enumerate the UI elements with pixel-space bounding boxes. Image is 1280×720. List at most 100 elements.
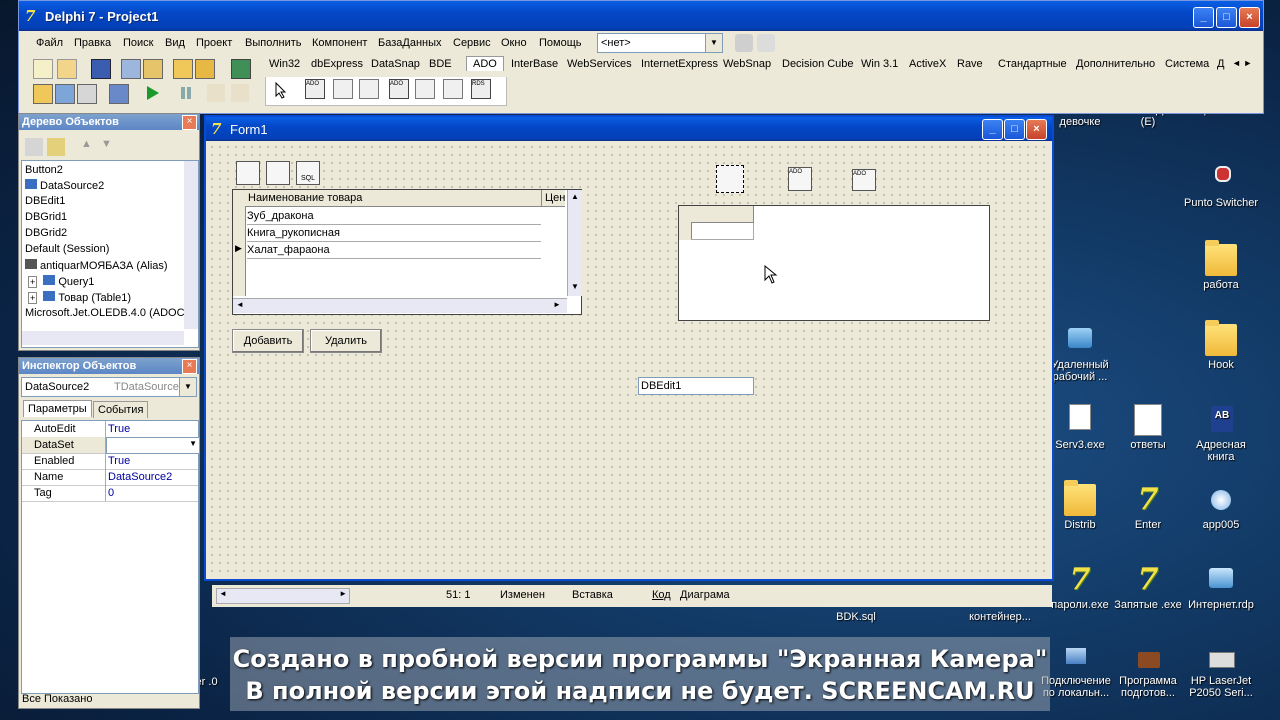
arrow-left-icon[interactable]: ◄ [236,300,244,309]
step-over-icon[interactable] [231,84,249,102]
property-row[interactable]: Enabled True [22,453,198,470]
column-divider[interactable] [541,190,542,206]
chevron-down-icon[interactable]: ▼ [189,439,197,448]
close-button[interactable]: × [1239,7,1260,28]
tree-item[interactable]: + Query1 [28,275,94,288]
menu-edit[interactable]: Правка [74,37,111,49]
palette-tab-additional[interactable]: Дополнительно [1076,58,1155,70]
desktop-icon-bdk[interactable]: BDK.sql [818,611,894,623]
table-component-icon[interactable] [236,161,260,185]
tree-item[interactable]: DBGrid1 [25,211,67,223]
new-icon[interactable] [33,59,53,79]
table-row[interactable]: Халат_фараона [247,242,541,259]
tree-item[interactable]: Button2 [25,164,63,176]
rdsconnection-icon[interactable]: RDS [471,79,491,99]
palette-tab-datasnap[interactable]: DataSnap [371,58,420,70]
adostoredproc-icon[interactable] [443,79,463,99]
palette-tab-interbase[interactable]: InterBase [511,58,558,70]
new-form-icon[interactable] [109,84,129,104]
adotable-icon[interactable]: ADO [389,79,409,99]
save-desktop-icon[interactable] [735,34,753,52]
add-button[interactable]: Добавить [232,329,304,353]
tab-diagram[interactable]: Диаграма [680,589,730,601]
tree-item[interactable]: DataSource2 [25,179,104,192]
table-row[interactable]: Книга_рукописная [247,225,541,242]
menu-database[interactable]: БазаДанных [378,37,442,49]
property-value[interactable]: DataSource2 [108,471,172,483]
palette-scroll-arrows[interactable]: ◄ ► [1232,58,1252,68]
desktop-icon-answers[interactable]: ответы [1110,404,1186,451]
tree-item[interactable]: DBGrid2 [25,227,67,239]
debug-desktop-icon[interactable] [757,34,775,52]
palette-tab-win31[interactable]: Win 3.1 [861,58,898,70]
property-row[interactable]: Tag 0 [22,485,198,502]
grid-vertical-scrollbar[interactable]: ▲ ▼ [567,190,582,296]
arrow-up-icon[interactable]: ▲ [81,138,92,150]
trace-into-icon[interactable] [207,84,225,102]
save-all-icon[interactable] [121,59,141,79]
arrow-up-icon[interactable]: ▲ [571,192,579,201]
desktop-icon-hook[interactable]: Hook [1183,320,1259,371]
toggle-form-unit-icon[interactable] [77,84,97,104]
datasource-component-icon[interactable] [266,161,290,185]
editor-horizontal-scrollbar[interactable]: ◄ ► [216,588,350,604]
tree-item[interactable]: Default (Session) [25,243,109,255]
adoquery-icon[interactable] [415,79,435,99]
tab-events[interactable]: События [93,401,149,418]
view-unit-icon[interactable] [33,84,53,104]
palette-tab-system[interactable]: Система [1165,58,1209,70]
menu-file[interactable]: Файл [36,37,63,49]
object-tree[interactable]: Button2 DataSource2 DBEdit1 DBGrid1 DBGr… [21,160,199,348]
property-row-selected[interactable]: DataSet ▼ [22,437,200,454]
datasource2-component-icon[interactable] [716,165,744,193]
desktop-icon-commas[interactable]: 7 Запятые .exe [1110,564,1186,612]
open-icon[interactable] [57,59,77,79]
property-value[interactable]: 0 [108,487,114,499]
palette-tab-ado[interactable]: ADO [466,56,504,71]
adoconnection-icon[interactable]: ADO [305,79,325,99]
maximize-button[interactable]: □ [1004,119,1025,140]
menu-search[interactable]: Поиск [123,37,153,49]
remove-file-icon[interactable] [195,59,215,79]
arrow-down-icon[interactable]: ▼ [101,138,112,150]
menu-project[interactable]: Проект [196,37,232,49]
desktop-icon-addressbook[interactable]: AB Адресная книга [1183,404,1259,463]
desktop-icon-printer[interactable]: HP LaserJet P2050 Seri... [1183,644,1259,699]
pause-icon[interactable] [177,84,195,102]
column-divider[interactable] [105,421,106,501]
close-icon[interactable]: × [182,359,197,374]
palette-tab-standard[interactable]: Стандартные [998,58,1067,70]
add-file-icon[interactable] [173,59,193,79]
desktop-icon-enter[interactable]: 7 Enter [1110,484,1186,532]
menu-tools[interactable]: Сервис [453,37,491,49]
dbgrid2[interactable] [678,205,990,321]
expand-icon[interactable]: + [28,276,38,288]
arrow-down-icon[interactable]: ▼ [571,282,579,291]
minimize-button[interactable]: _ [982,119,1003,140]
desktop-icon-app005[interactable]: app005 [1183,484,1259,531]
chevron-down-icon[interactable]: ▼ [705,34,722,52]
tree-item[interactable]: DBEdit1 [25,195,65,207]
desktop-icon-container[interactable]: контейнер... [962,611,1038,623]
desktop-icon-program[interactable]: Программа подготов... [1110,644,1186,699]
save-icon[interactable] [91,59,111,79]
desktop-config-combo[interactable]: <нет> ▼ [597,33,723,53]
menu-run[interactable]: Выполнить [245,37,301,49]
palette-tab-rave[interactable]: Rave [957,58,983,70]
inspector-object-selector[interactable]: DataSource2 TDataSource ▼ [21,377,197,397]
tree-item[interactable]: + Товар (Table1) [28,291,131,304]
tree-item[interactable]: antiquarМОЯБАЗА (Alias) [25,259,168,272]
delete-button[interactable]: Удалить [310,329,382,353]
palette-tab-win32[interactable]: Win32 [269,58,300,70]
adoconnection-component-icon[interactable]: ADO [852,169,876,191]
palette-tab-more[interactable]: Д [1217,58,1224,70]
help-book-icon[interactable] [231,59,251,79]
palette-tab-decision-cube[interactable]: Decision Cube [782,58,854,70]
palette-tab-internetexpress[interactable]: InternetExpress [641,58,718,70]
close-button[interactable]: × [1026,119,1047,140]
tab-properties[interactable]: Параметры [23,400,92,417]
dbedit1[interactable]: DBEdit1 [638,377,754,395]
expand-icon[interactable]: + [28,292,38,304]
dbgrid1[interactable]: Наименование товара Цен Зуб_дракона Книг… [232,189,582,315]
dataset-dropdown[interactable]: ▼ [106,437,200,454]
